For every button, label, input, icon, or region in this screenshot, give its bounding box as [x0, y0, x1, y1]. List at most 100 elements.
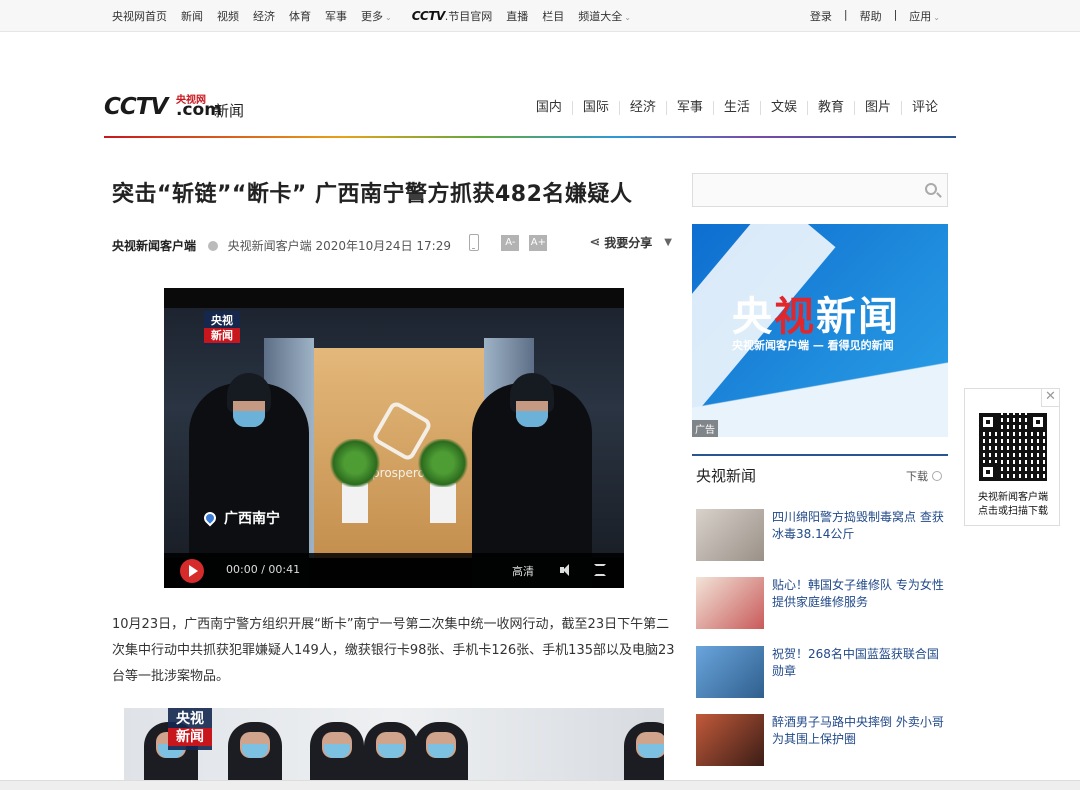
- nav-item-comments[interactable]: 评论: [902, 101, 948, 115]
- nav-item-domestic[interactable]: 国内: [526, 101, 573, 115]
- download-link[interactable]: 下载: [906, 468, 942, 484]
- top-link-military[interactable]: 军事: [325, 8, 347, 24]
- cctv-news-watermark: 央视 新闻: [204, 311, 240, 345]
- login-link[interactable]: 登录: [810, 8, 832, 24]
- video-player[interactable]: #prosperous 央视 新闻 广西南宁 00:00 / 00:41 高清: [164, 288, 624, 588]
- ad-title: 央视新闻: [732, 284, 900, 342]
- news-headline[interactable]: 贴心！韩国女子维修队 专为女性提供家庭维修服务: [772, 577, 948, 611]
- nav-item-education[interactable]: 教育: [808, 101, 855, 115]
- qr-caption-line1: 央视新闻客户端: [978, 492, 1048, 503]
- chevron-down-icon: ⌄: [385, 13, 392, 22]
- play-button[interactable]: [180, 559, 204, 583]
- download-label: 下载: [906, 470, 928, 483]
- news-thumbnail[interactable]: [696, 577, 764, 629]
- chevron-down-icon: ⌄: [624, 13, 631, 22]
- news-headline[interactable]: 祝贺！268名中国蓝盔获联合国勋章: [772, 646, 948, 680]
- qr-caption-line2: 点击或扫描下载: [978, 506, 1048, 517]
- quality-button[interactable]: 高清: [512, 563, 534, 579]
- font-smaller-button[interactable]: A-: [501, 234, 520, 251]
- time-current: 00:00: [226, 563, 258, 576]
- ad-mountains: [692, 357, 948, 437]
- top-link-columns[interactable]: 栏目: [542, 8, 564, 24]
- ad-banner[interactable]: 央视新闻 央视新闻客户端 — 看得见的新闻 广告: [692, 224, 948, 437]
- ad-title-a: 央: [732, 294, 774, 340]
- top-link-channels[interactable]: 频道大全 ⌄: [578, 8, 631, 24]
- article-image: 央视 新闻: [124, 708, 664, 790]
- help-link[interactable]: 帮助: [860, 8, 882, 24]
- cctv-news-watermark: 央视 新闻: [168, 708, 212, 750]
- video-location: 广西南宁: [201, 508, 280, 528]
- cctv-mini-logo: CCTV: [411, 9, 446, 23]
- list-item[interactable]: 贴心！韩国女子维修队 专为女性提供家庭维修服务: [696, 577, 948, 629]
- logo-section-text: 新闻: [214, 102, 245, 120]
- fullscreen-icon[interactable]: [594, 564, 606, 576]
- top-link-news[interactable]: 新闻: [181, 8, 203, 24]
- sidebar-news-header: 央视新闻 下载: [692, 454, 948, 490]
- qr-finder: [979, 463, 997, 481]
- top-link-home[interactable]: 央视网首页: [112, 8, 167, 24]
- top-link-more-label: 更多: [361, 10, 383, 23]
- video-location-label: 广西南宁: [224, 511, 280, 527]
- ad-subtitle: 央视新闻客户端 — 看得见的新闻: [732, 339, 894, 352]
- qr-caption: 央视新闻客户端 点击或扫描下载: [965, 491, 1061, 519]
- news-thumbnail[interactable]: [696, 646, 764, 698]
- logo-cctv-text: CCTV: [104, 94, 168, 120]
- list-item[interactable]: 四川绵阳警方捣毁制毒窝点 查获冰毒38.14公斤: [696, 509, 948, 561]
- ad-label: 广告: [692, 420, 718, 437]
- watermark-bottom: 新闻: [204, 328, 240, 343]
- list-item[interactable]: 醉酒男子马路中央摔倒 外卖小哥为其围上保护圈: [696, 714, 948, 766]
- site-logo[interactable]: CCTV 央视网 .com 新闻: [104, 88, 254, 124]
- article-meta: 央视新闻客户端 央视新闻客户端 2020年10月24日 17:29 A- A+ …: [112, 234, 672, 255]
- nav-item-entertainment[interactable]: 文娱: [761, 101, 808, 115]
- article-tools: A- A+ ⋖ 我要分享 ▼: [469, 234, 672, 251]
- top-link-live[interactable]: 直播: [506, 8, 528, 24]
- watermark-bottom: 新闻: [168, 728, 212, 746]
- clock-icon: [207, 241, 218, 251]
- news-thumbnail[interactable]: [696, 714, 764, 766]
- news-headline[interactable]: 四川绵阳警方捣毁制毒窝点 查获冰毒38.14公斤: [772, 509, 948, 543]
- font-larger-button[interactable]: A+: [529, 234, 548, 251]
- mask: [233, 411, 265, 427]
- share-icon: ⋖: [589, 235, 601, 250]
- nav-item-pictures[interactable]: 图片: [855, 101, 902, 115]
- top-link-video[interactable]: 视频: [217, 8, 239, 24]
- divider: |: [843, 8, 848, 21]
- article-title: 突击“斩链”“断卡” 广西南宁警方抓获482名嫌疑人: [112, 182, 633, 207]
- time-separator: /: [261, 563, 265, 576]
- top-link-sports[interactable]: 体育: [289, 8, 311, 24]
- article-paragraph: 10月23日，广西南宁警方组织开展“断卡”南宁一号第二次集中统一收网行动，截至2…: [112, 617, 675, 684]
- app-download-qr[interactable]: ✕ 央视新闻客户端 点击或扫描下载: [964, 388, 1060, 526]
- search-input[interactable]: [692, 173, 948, 207]
- ad-title-c: 新闻: [816, 294, 900, 340]
- bottom-bar: [0, 780, 1080, 790]
- top-link-more[interactable]: 更多 ⌄: [361, 8, 392, 24]
- top-link-channels-label: 频道大全: [578, 10, 623, 23]
- nav-item-life[interactable]: 生活: [714, 101, 761, 115]
- search-icon[interactable]: [925, 183, 937, 195]
- watermark-top: 央视: [176, 711, 204, 727]
- plant-left: [328, 439, 382, 523]
- top-link-cctv-programs[interactable]: CCTV.节目官网: [412, 8, 493, 24]
- article-source[interactable]: 央视新闻客户端: [112, 239, 196, 253]
- apps-link[interactable]: 应用 ⌄: [909, 8, 940, 24]
- nav-item-international[interactable]: 国际: [573, 101, 620, 115]
- video-time: 00:00 / 00:41: [226, 563, 300, 576]
- share-button[interactable]: ⋖ 我要分享 ▼: [589, 234, 672, 251]
- share-label: 我要分享: [604, 236, 653, 250]
- ad-title-b: 视: [774, 294, 816, 340]
- qr-finder: [1029, 413, 1047, 431]
- time-total: 00:41: [268, 563, 301, 576]
- location-pin-icon: [201, 509, 219, 527]
- nav-item-economy[interactable]: 经济: [620, 101, 667, 115]
- volume-icon[interactable]: [560, 564, 572, 576]
- news-thumbnail[interactable]: [696, 509, 764, 561]
- mobile-phone-icon[interactable]: [469, 234, 480, 251]
- top-bar-links: 央视网首页 新闻 视频 经济 体育 军事 更多 ⌄ CCTV.节目官网 直播 栏目…: [112, 8, 631, 24]
- nav-item-military[interactable]: 军事: [667, 101, 714, 115]
- news-headline[interactable]: 醉酒男子马路中央摔倒 外卖小哥为其围上保护圈: [772, 714, 948, 748]
- top-link-economy[interactable]: 经济: [253, 8, 275, 24]
- header-divider: [104, 136, 956, 138]
- list-item[interactable]: 祝贺！268名中国蓝盔获联合国勋章: [696, 646, 948, 698]
- close-icon[interactable]: ✕: [1041, 389, 1059, 407]
- sidebar-news-title: 央视新闻: [696, 467, 757, 485]
